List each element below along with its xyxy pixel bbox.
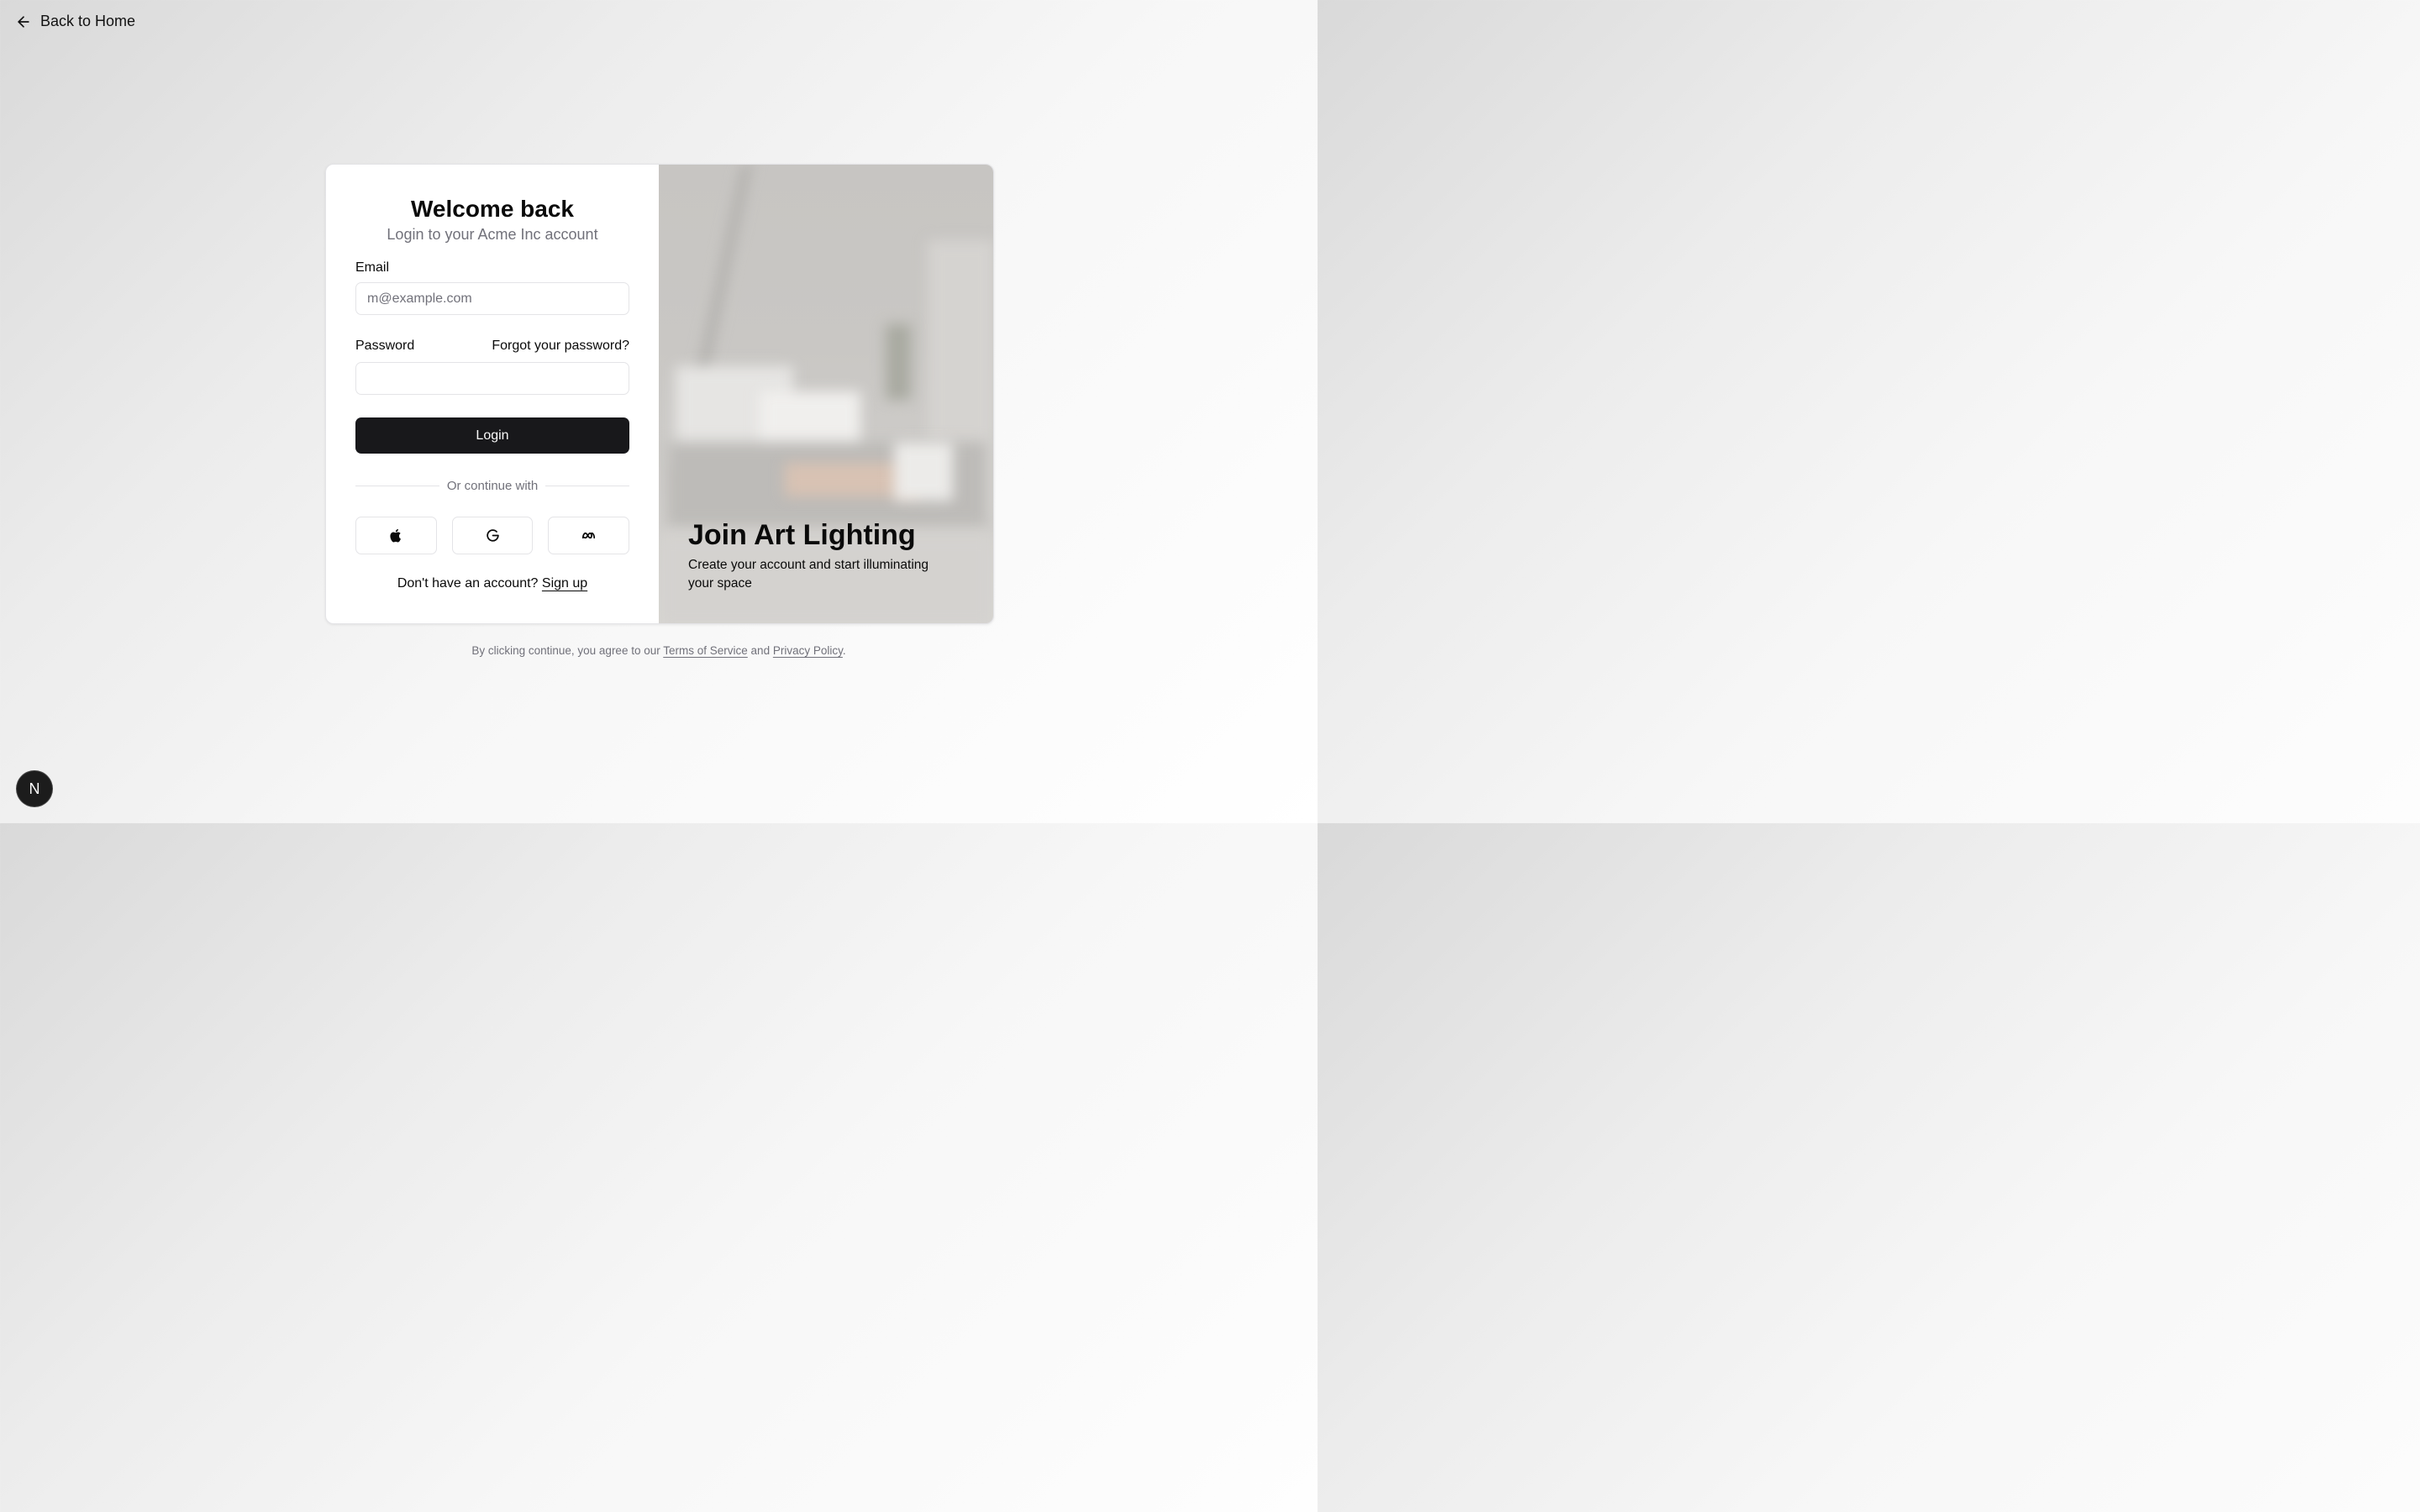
signup-link[interactable]: Sign up <box>542 576 587 591</box>
password-label: Password <box>355 339 415 353</box>
email-label: Email <box>355 260 390 275</box>
promo-subtitle: Create your account and start illuminati… <box>688 558 929 591</box>
back-to-home-link[interactable]: Back to Home <box>15 13 135 30</box>
google-login-button[interactable] <box>451 517 534 554</box>
or-divider: Or continue with <box>355 477 630 494</box>
terms-of-service-link[interactable]: Terms of Service <box>663 644 748 657</box>
page-title: Welcome back <box>410 196 575 222</box>
divider-text: Or continue with <box>446 478 539 493</box>
legal-and: and <box>750 644 771 657</box>
meta-login-button[interactable] <box>548 517 630 554</box>
page-subtitle: Login to your Acme Inc account <box>387 226 598 243</box>
legal-notice: By clicking continue, you agree to our T… <box>0 644 1318 657</box>
login-card: Welcome back Login to your Acme Inc acco… <box>325 164 994 624</box>
email-input[interactable] <box>355 282 629 315</box>
back-to-home-label: Back to Home <box>40 13 136 29</box>
login-form: Welcome back Login to your Acme Inc acco… <box>326 165 659 623</box>
social-login-row <box>355 517 630 554</box>
promo-image-panel: Join Art Lighting Create your account an… <box>659 165 993 623</box>
meta-icon <box>582 532 596 539</box>
signup-prompt-text: Don't have an account? <box>397 576 539 591</box>
privacy-policy-link[interactable]: Privacy Policy <box>773 644 843 657</box>
nextjs-dev-badge[interactable]: N <box>17 771 52 806</box>
legal-prefix: By clicking continue, you agree to our <box>471 644 660 657</box>
badge-letter: N <box>29 780 40 797</box>
apple-icon <box>390 528 401 543</box>
signup-prompt: Don't have an account? Sign up <box>355 576 629 591</box>
apple-login-button[interactable] <box>355 517 437 554</box>
promo-title: Join Art Lighting <box>688 519 916 551</box>
password-input[interactable] <box>355 362 629 395</box>
arrow-left-icon <box>18 15 29 28</box>
forgot-password-link[interactable]: Forgot your password? <box>492 339 629 354</box>
google-icon <box>486 529 499 542</box>
interior-background-image <box>659 165 993 623</box>
login-button[interactable]: Login <box>355 417 629 454</box>
legal-suffix: . <box>842 644 846 657</box>
